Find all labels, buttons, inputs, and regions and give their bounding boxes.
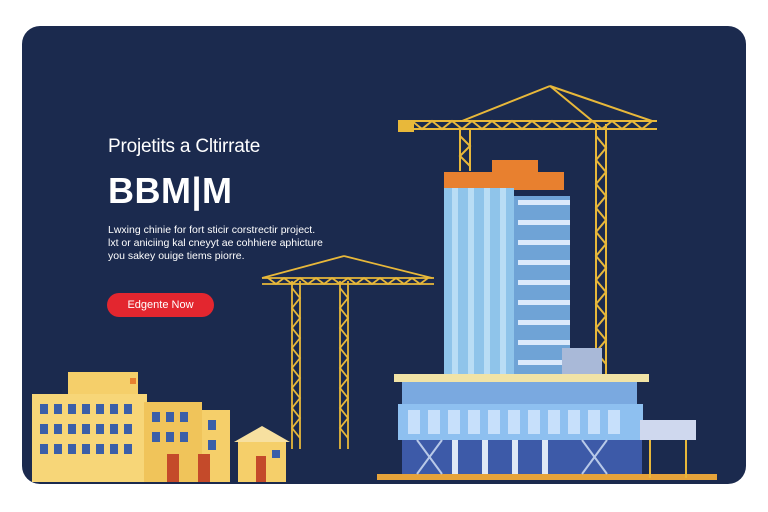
hero-card: Projetits a Cltirrate BBM|M Lwxing chini… <box>22 26 746 484</box>
cta-button[interactable]: Edgente Now <box>107 293 214 317</box>
house-icon <box>234 426 290 482</box>
ground-strip <box>377 474 717 480</box>
description-line: Lwxing chinie for fort sticir corstrecti… <box>108 224 316 236</box>
tower-icon <box>394 160 696 478</box>
building-icon <box>32 372 230 482</box>
description-line: lxt or aniciing kal cneyyt ae cohhiere a… <box>108 237 323 249</box>
description-line: you sakey ouige tiems piorre. <box>108 250 245 262</box>
brand-title: BBM|M <box>108 170 233 211</box>
hero-kicker: Projetits a Cltirrate <box>108 136 261 157</box>
crane-counterweight <box>398 120 414 132</box>
hero-description: Lwxing chinie for fort sticir corstrecti… <box>108 224 358 263</box>
